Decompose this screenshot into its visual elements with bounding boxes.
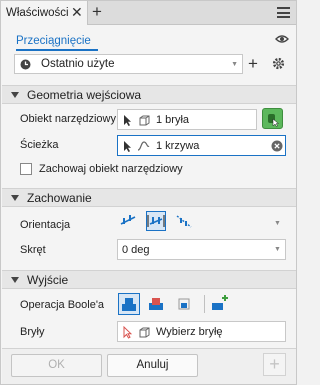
- keep-tool-body-checkbox[interactable]: [20, 163, 32, 175]
- recently-used-label: Ostatnio użyte: [41, 58, 115, 70]
- keep-tool-body-label: Zachowaj obiekt narzędziowy: [39, 163, 183, 175]
- apply-plus-button[interactable]: +: [263, 353, 286, 376]
- join-icon: [122, 298, 136, 311]
- section-output[interactable]: Wyjście: [2, 270, 296, 289]
- chevron-down-icon[interactable]: ▼: [274, 220, 281, 227]
- tool-body-value: 1 bryła: [156, 114, 190, 126]
- bodies-selector[interactable]: Wybierz bryłę: [117, 321, 286, 342]
- section-behavior[interactable]: Zachowanie: [2, 188, 296, 207]
- tab-bar: Właściwości ✕ +: [1, 1, 296, 25]
- clock-icon: [20, 59, 31, 69]
- boolean-cut-button[interactable]: [146, 293, 166, 313]
- bodies-label: Bryły: [20, 326, 45, 338]
- orientation-path-button[interactable]: [118, 211, 138, 231]
- tool-body-label: Obiekt narzędziowy: [20, 113, 116, 125]
- menu-icon[interactable]: [277, 7, 290, 18]
- orientation-label: Orientacja: [20, 219, 71, 231]
- cylinder-cursor-icon: [268, 114, 280, 127]
- body-cube-icon: [139, 327, 150, 338]
- bodies-value: Wybierz bryłę: [156, 326, 223, 338]
- gear-icon[interactable]: [272, 57, 285, 70]
- cursor-red-icon: [123, 326, 132, 339]
- properties-panel: Właściwości ✕ + Przeciągnięcie Ostatnio …: [0, 0, 297, 385]
- eye-icon[interactable]: [275, 34, 289, 44]
- orientation-parallel-button[interactable]: [146, 211, 166, 231]
- boolean-join-button[interactable]: [118, 293, 140, 315]
- body-cube-icon: [139, 115, 150, 126]
- tool-body-select-button[interactable]: [262, 108, 283, 129]
- section-title: Wyjście: [27, 272, 69, 287]
- section-title: Zachowanie: [27, 190, 92, 205]
- chevron-down-icon[interactable]: ▼: [274, 246, 281, 253]
- drag-title-link[interactable]: Przeciągnięcie: [16, 35, 91, 47]
- add-preset-button[interactable]: +: [248, 55, 258, 72]
- section-input-geometry[interactable]: Geometria wejściowa: [2, 85, 296, 104]
- twist-value: 0 deg: [122, 244, 150, 256]
- twist-input[interactable]: 0 deg: [117, 239, 286, 260]
- path-label: Ścieżka: [20, 139, 59, 151]
- intersect-icon: [178, 298, 190, 310]
- tool-body-selector[interactable]: 1 bryła: [117, 109, 257, 130]
- clear-icon[interactable]: [271, 140, 283, 152]
- tab-properties[interactable]: Właściwości ✕: [1, 1, 88, 25]
- collapse-triangle-icon: [11, 194, 19, 201]
- ok-button[interactable]: OK: [11, 354, 102, 377]
- orientation-guide-button[interactable]: [174, 211, 194, 231]
- boolean-label: Operacja Boole'a: [20, 299, 105, 311]
- path-orientation-icon: [120, 215, 136, 225]
- recently-used-dropdown[interactable]: Ostatnio użyte ▼: [14, 54, 243, 74]
- boolean-new-solid-button[interactable]: [210, 293, 230, 313]
- cut-icon: [149, 298, 163, 310]
- close-icon[interactable]: ✕: [71, 5, 83, 19]
- path-selector[interactable]: 1 krzywa: [117, 135, 286, 156]
- boolean-intersect-button[interactable]: [174, 293, 194, 313]
- cancel-button[interactable]: Anuluj: [107, 354, 198, 377]
- path-value: 1 krzywa: [156, 140, 200, 152]
- parallel-orientation-icon: [147, 215, 165, 227]
- guide-surface-icon: [176, 215, 192, 228]
- cursor-icon: [124, 115, 131, 126]
- separator: [204, 295, 205, 313]
- curve-icon: [137, 141, 150, 151]
- twist-label: Skręt: [20, 244, 46, 256]
- collapse-triangle-icon: [11, 276, 19, 283]
- title-underline: [16, 49, 98, 51]
- chevron-down-icon: ▼: [231, 61, 238, 68]
- add-tab-icon[interactable]: +: [92, 3, 102, 21]
- section-title: Geometria wejściowa: [27, 87, 142, 102]
- cursor-icon: [124, 141, 131, 152]
- collapse-triangle-icon: [11, 91, 19, 98]
- tab-title: Właściwości: [6, 7, 69, 19]
- new-solid-icon: [212, 295, 228, 310]
